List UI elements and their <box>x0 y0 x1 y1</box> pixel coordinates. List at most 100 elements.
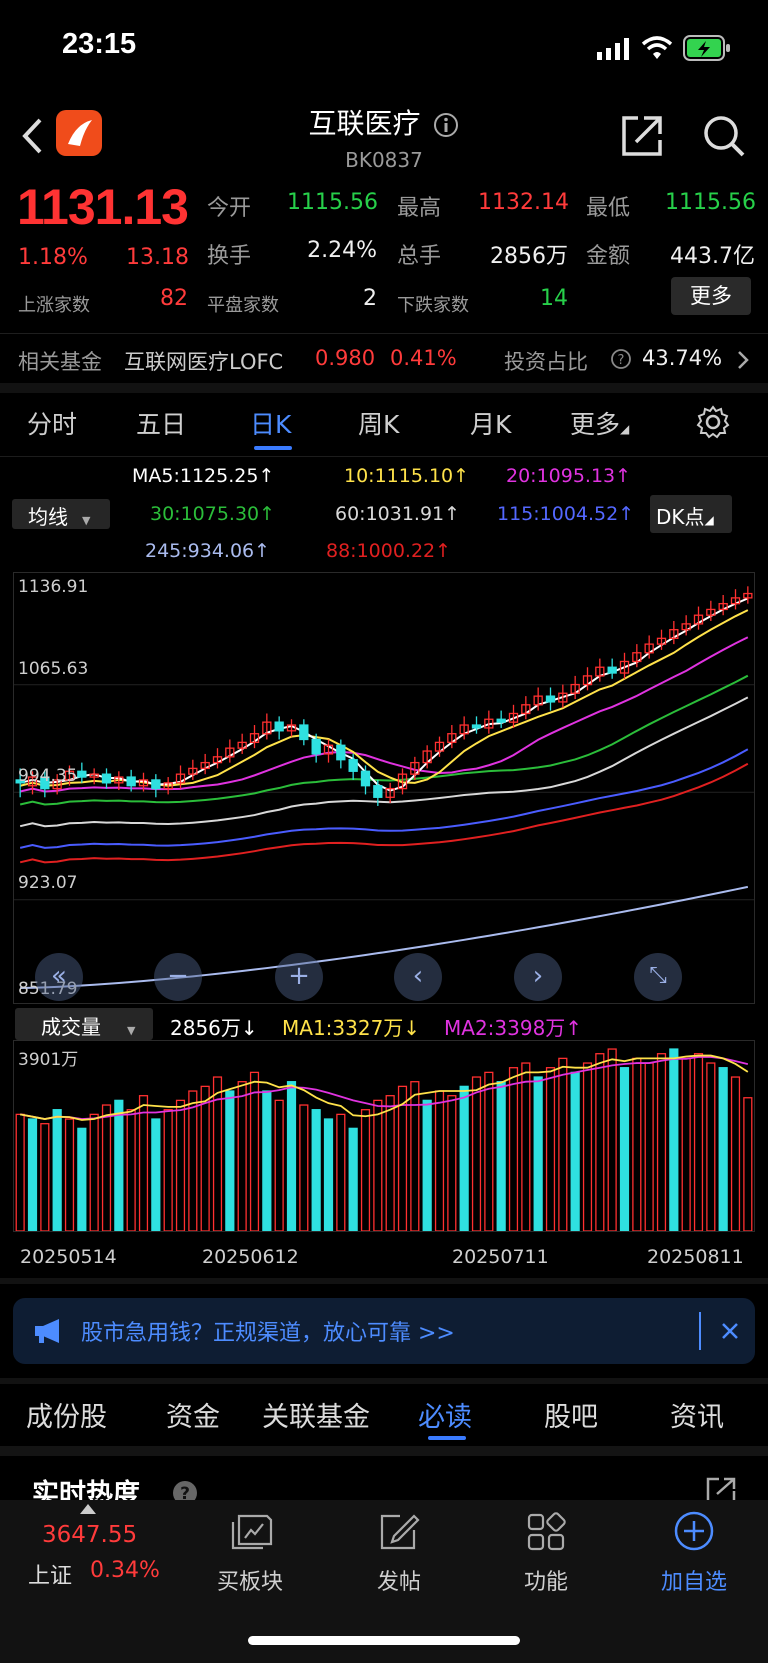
volume-bar <box>669 1048 679 1232</box>
down-count: 14 <box>540 286 568 311</box>
candle-body <box>336 744 346 761</box>
related-fund-row[interactable]: 相关基金 互联网医疗LOFC 0.980 0.41% 投资占比 ? 43.74% <box>0 333 768 381</box>
chevron-right-icon[interactable] <box>736 350 750 370</box>
add-watchlist-icon[interactable] <box>673 1510 715 1552</box>
volume-bar <box>521 1062 531 1232</box>
high-value: 1132.14 <box>478 190 569 215</box>
volume-bar <box>397 1085 408 1232</box>
open-label: 今开 <box>207 196 252 221</box>
ma245-label: 245:934.06↑ <box>145 540 271 562</box>
volume-bar <box>225 1090 235 1232</box>
x-tick-2: 20250612 <box>202 1246 299 1268</box>
ma10-label: 10:1115.10↑ <box>344 465 470 487</box>
divider <box>0 1378 768 1384</box>
tab-five-day[interactable]: 五日 <box>136 405 186 441</box>
fund-label: 相关基金 <box>18 350 102 374</box>
volume-bar <box>126 1109 136 1232</box>
amount-value: 443.7亿 <box>670 244 755 269</box>
nav-post[interactable]: 发帖 <box>349 1564 449 1596</box>
tab-must-read[interactable]: 必读 <box>418 1395 472 1434</box>
low-label: 最低 <box>586 196 631 221</box>
volume-bar <box>570 1071 580 1232</box>
tab-monthly-k[interactable]: 月K <box>470 405 511 441</box>
volume-bar <box>77 1127 87 1232</box>
volume-bar <box>681 1057 691 1232</box>
ma115-label: 115:1004.52↑ <box>497 503 635 525</box>
buy-plate-icon[interactable] <box>229 1512 273 1552</box>
kline-chart[interactable]: 1136.91 1065.63 994.35 923.07 851.79 « −… <box>13 572 755 1004</box>
volume-bar <box>151 1118 161 1232</box>
volume-bar <box>595 1053 605 1232</box>
home-indicator[interactable] <box>248 1636 520 1645</box>
volume-indicator-selector[interactable]: 成交量 ▼ <box>15 1008 153 1040</box>
index-name[interactable]: 上证 <box>28 1558 72 1590</box>
zoom-in-button[interactable]: + <box>275 953 323 1001</box>
post-icon[interactable] <box>378 1512 420 1552</box>
candle-body <box>348 759 358 772</box>
candle-body <box>373 785 383 798</box>
volume-bar <box>299 1104 309 1232</box>
volume-label: 总手 <box>397 244 442 269</box>
volume-current: 2856万↓ <box>170 1016 258 1040</box>
zoom-out-button[interactable]: − <box>154 953 202 1001</box>
change-percent: 1.18% <box>18 245 88 270</box>
volume-bar <box>656 1053 667 1232</box>
kline-svg[interactable] <box>14 573 754 1003</box>
close-icon[interactable] <box>720 1321 740 1341</box>
scroll-right-button[interactable]: › <box>514 953 562 1001</box>
scroll-left-button[interactable]: ‹ <box>394 953 442 1001</box>
tab-intraday[interactable]: 分时 <box>27 405 77 441</box>
share-icon[interactable] <box>620 114 664 158</box>
ma-selector[interactable]: 均线 ▼ <box>12 499 110 529</box>
fund-percent: 0.41% <box>390 346 457 370</box>
index-value[interactable]: 3647.55 <box>42 1522 137 1548</box>
help-icon[interactable]: ? <box>610 348 632 370</box>
tab-forum[interactable]: 股吧 <box>544 1395 598 1434</box>
status-time: 23:15 <box>62 28 137 60</box>
nav-add-watchlist[interactable]: 加自选 <box>644 1564 744 1596</box>
tab-daily-k[interactable]: 日K <box>250 405 291 441</box>
scroll-to-start-button[interactable]: « <box>35 953 83 1001</box>
volume-chart[interactable]: 3901万 <box>13 1040 755 1232</box>
info-icon[interactable] <box>433 112 459 138</box>
volume-bar <box>360 1109 371 1232</box>
candle-body <box>151 779 161 790</box>
svg-text:?: ? <box>618 353 625 368</box>
search-icon[interactable] <box>702 114 746 158</box>
volume-bar <box>558 1057 568 1232</box>
volume-bar <box>508 1067 519 1232</box>
up-count: 82 <box>160 286 188 311</box>
tab-more-periods[interactable]: 更多◢ <box>570 405 629 441</box>
volume-bar <box>89 1113 99 1232</box>
tab-constituents[interactable]: 成份股 <box>26 1395 107 1434</box>
up-label: 上涨家数 <box>18 295 90 316</box>
candle-body <box>360 770 371 787</box>
signal-icon <box>597 38 629 60</box>
settings-gear-icon[interactable] <box>695 404 731 440</box>
volume-bar <box>706 1062 716 1232</box>
ma20-label: 20:1095.13↑ <box>506 465 632 487</box>
ad-banner[interactable]: 股市急用钱？正规渠道，放心可靠 >> <box>13 1298 755 1364</box>
more-quote-button[interactable]: 更多 <box>671 277 751 315</box>
nav-buy-plate[interactable]: 买板块 <box>200 1564 300 1596</box>
open-value: 1115.56 <box>287 190 378 215</box>
function-grid-icon[interactable] <box>526 1512 566 1552</box>
nav-function[interactable]: 功能 <box>496 1564 596 1596</box>
volume-bar <box>286 1081 297 1232</box>
fullscreen-button[interactable]: ⤡ <box>634 953 682 1001</box>
candle-body <box>101 773 112 784</box>
tab-related-funds[interactable]: 关联基金 <box>262 1395 370 1434</box>
ma115-line <box>19 748 749 849</box>
divider <box>699 1312 701 1350</box>
dk-point-toggle[interactable]: DK点◢ <box>650 495 732 533</box>
volume-svg[interactable] <box>14 1041 754 1232</box>
volume-bar <box>422 1099 432 1232</box>
volume-bar <box>373 1099 383 1232</box>
tab-news[interactable]: 资讯 <box>670 1395 724 1434</box>
ma60-label: 60:1031.91↑ <box>335 503 461 525</box>
index-percent[interactable]: 0.34% <box>90 1558 160 1583</box>
volume-bar <box>730 1076 741 1232</box>
tab-weekly-k[interactable]: 周K <box>358 405 399 441</box>
volume-bar <box>188 1090 198 1232</box>
tab-funds-flow[interactable]: 资金 <box>166 1395 220 1434</box>
